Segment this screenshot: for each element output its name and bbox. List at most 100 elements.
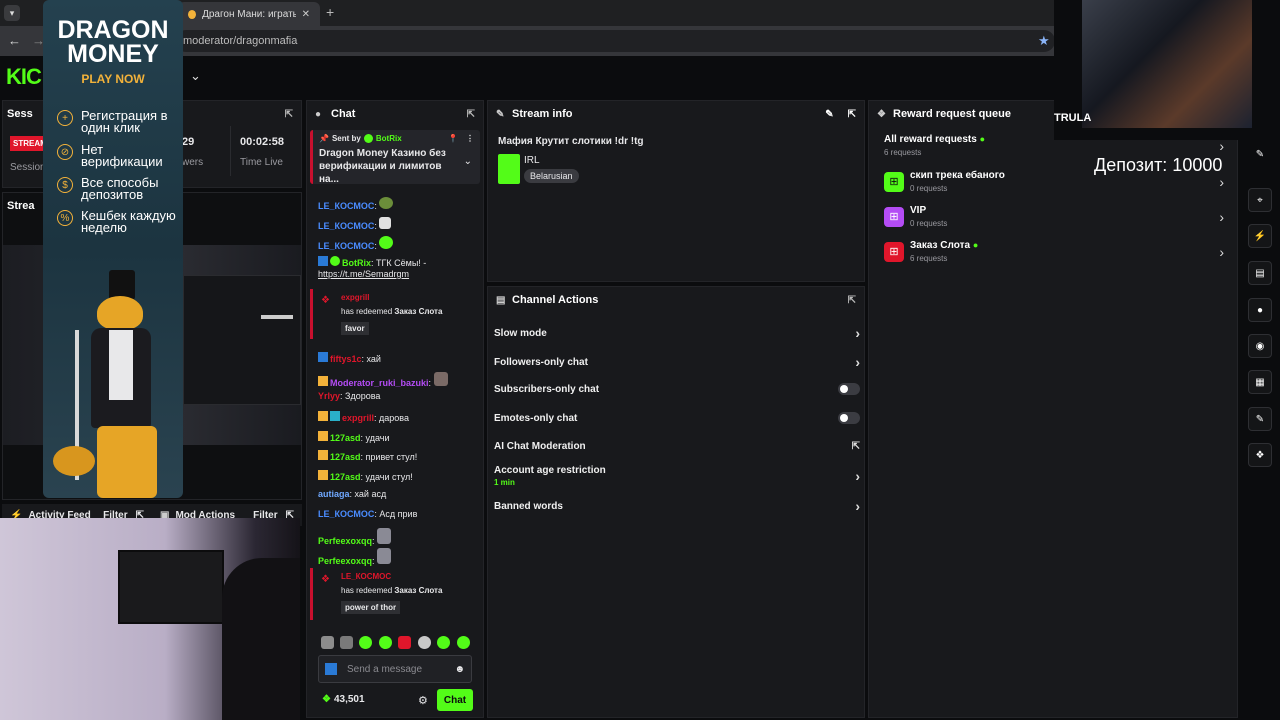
preview-deposit-text	[261, 315, 293, 319]
moderator-crown-icon	[318, 470, 328, 480]
bot-badge-icon	[318, 352, 328, 362]
back-icon[interactable]: ←	[8, 33, 21, 48]
emote-picker-item[interactable]	[359, 636, 372, 649]
emotes-only-row: Emotes-only chat	[494, 412, 860, 424]
moderator-crown-icon	[318, 431, 328, 441]
chevron-right-icon: ›	[855, 325, 860, 341]
rewards-icon[interactable]: ❖	[1248, 443, 1272, 467]
chat-popout-icon[interactable]: ⇱	[467, 109, 475, 120]
ad-feature-1-text: Регистрация в один клик	[81, 108, 168, 135]
chat-message: LE_КОСМОС:	[318, 197, 394, 211]
chat-message: expgrill: дарова	[318, 411, 409, 423]
pinned-message[interactable]: 📌 Sent by BotRix 📍 ⋮ Dragon Money Казино…	[310, 130, 480, 185]
channel-actions-icon: ▤	[496, 294, 506, 306]
chevron-right-icon: ›	[855, 468, 860, 484]
ai-moderation-row[interactable]: AI Chat Moderation ⇱	[494, 441, 860, 452]
url-field[interactable]: moderator/dragonmafia	[175, 30, 1055, 52]
redeem-note: power of thor	[341, 601, 401, 614]
ad-feature-3-text: Все способы депозитов	[81, 175, 159, 202]
emote-picker-item[interactable]	[418, 636, 431, 649]
reward-item[interactable]: ⊞ VIP 0 requests ›	[884, 205, 1224, 228]
bookmark-star-icon[interactable]: ★	[1038, 33, 1050, 49]
broadcast-icon[interactable]: ◉	[1248, 334, 1272, 358]
emote-hands-icon	[379, 217, 392, 229]
redeem-icon: ❖	[321, 295, 330, 306]
subscribers-only-toggle[interactable]	[838, 383, 860, 395]
chat-message: Yrlyy: Здорова	[318, 391, 381, 401]
chat-settings-icon[interactable]: ⚙	[418, 694, 428, 707]
new-tab-button[interactable]: +	[326, 4, 334, 20]
emote-picker-item[interactable]	[340, 636, 353, 649]
stream-info-title: Stream info	[512, 108, 573, 120]
edit-icon[interactable]: ✎	[825, 109, 833, 120]
tab-close-icon[interactable]: ✕	[302, 9, 310, 20]
ad-cta[interactable]: PLAY NOW	[43, 72, 183, 86]
stream-info-panel: ✎ Stream info ✎ ⇱	[487, 100, 865, 282]
emote-man-icon	[377, 528, 392, 544]
webcam-chair	[222, 558, 300, 720]
tab-title: Драгон Мани: играть в онлайн	[202, 8, 296, 20]
reward-queue-title: Reward request queue	[893, 108, 1011, 120]
banned-words-row[interactable]: Banned words ›	[494, 498, 860, 514]
language-tag[interactable]: Belarusian	[524, 169, 579, 183]
channel-points[interactable]: ❖ 43,501	[322, 694, 365, 705]
stream-preview-title: Strea	[7, 200, 35, 212]
document-icon[interactable]: ▤	[1248, 261, 1272, 285]
pinned-more-icon[interactable]: ⋮	[466, 134, 474, 143]
chat-message: Moderator_ruki_bazuki:	[318, 372, 448, 388]
chat-message: 127asd: удачи стул!	[318, 470, 413, 482]
session-divider	[230, 126, 231, 176]
tab-favicon-icon	[188, 9, 197, 19]
emoji-icon[interactable]: ☻	[454, 664, 465, 675]
webcam-room-overlay	[0, 518, 300, 720]
chat-link[interactable]: https://t.me/Semadrgm	[318, 269, 409, 279]
chat-bubble-icon: ●	[315, 108, 322, 120]
chevron-right-icon: ›	[855, 498, 860, 514]
dragon-money-ad[interactable]: DRAGON MONEY PLAY NOW + Регистрация в оди…	[43, 0, 183, 498]
panel-layout-icon[interactable]: ▦	[1248, 370, 1272, 394]
wrench-icon: ✎	[496, 108, 505, 120]
url-text: moderator/dragonmafia	[183, 35, 298, 47]
chat-message: Perfeexoxqq:	[318, 528, 392, 546]
time-live-value: 00:02:58	[240, 136, 285, 148]
emote-picker-item[interactable]	[437, 636, 450, 649]
browser-tab[interactable]: Драгон Мани: играть в онлайн ✕	[178, 2, 320, 26]
target-icon[interactable]: ⌖	[1248, 188, 1272, 212]
emote-picker-item[interactable]	[379, 636, 392, 649]
external-link-icon: ⇱	[851, 441, 860, 452]
moderator-crown-icon	[318, 376, 328, 386]
dragon-legs	[97, 426, 157, 498]
emotes-only-toggle[interactable]	[838, 412, 860, 424]
points-icon: ❖	[322, 694, 331, 705]
moderator-crown-icon	[318, 411, 328, 421]
emote-picker-item[interactable]	[457, 636, 470, 649]
wrench-icon[interactable]: ✎	[1248, 407, 1272, 431]
chat-icon[interactable]: ●	[1248, 298, 1272, 322]
ad-feature-3: $ Все способы депозитов	[57, 175, 181, 202]
kick-logo[interactable]: KIC	[6, 64, 42, 90]
pinned-expand-icon[interactable]: ⌄	[464, 156, 472, 167]
popout-icon[interactable]: ⇱	[285, 109, 293, 120]
reward-item[interactable]: ⊞ Заказ Слота ● 6 requests ›	[884, 240, 1224, 263]
emote-picker-item[interactable]	[398, 636, 411, 649]
pencil-icon[interactable]: ✎	[1248, 142, 1272, 166]
subscribers-only-row: Subscribers-only chat	[494, 383, 860, 395]
chat-input[interactable]: Send a message ☻	[318, 655, 472, 683]
chevron-down-icon[interactable]: ⌄	[190, 68, 201, 84]
chat-send-button[interactable]: Chat	[437, 689, 473, 711]
account-age-row[interactable]: Account age restriction 1 min ›	[494, 465, 860, 487]
emote-frog-icon	[379, 197, 394, 209]
bot-badge-icon	[318, 256, 328, 266]
webcam-overlay: TRULA	[1054, 0, 1280, 140]
unpin-icon[interactable]: 📍	[448, 134, 458, 143]
tab-list-button[interactable]: ▾	[4, 5, 20, 21]
account-age-value: 1 min	[494, 478, 515, 487]
lightning-icon[interactable]: ⚡	[1248, 224, 1272, 248]
emote-picker-item[interactable]	[321, 636, 334, 649]
slow-mode-row[interactable]: Slow mode ›	[494, 325, 860, 341]
stream-info-popout-icon[interactable]: ⇱	[848, 109, 856, 120]
channel-actions-popout-icon[interactable]: ⇱	[848, 295, 856, 306]
followers-only-row[interactable]: Followers-only chat ›	[494, 354, 860, 370]
chat-message: LE_КОСМОС:	[318, 217, 392, 231]
percent-icon: %	[57, 210, 73, 226]
